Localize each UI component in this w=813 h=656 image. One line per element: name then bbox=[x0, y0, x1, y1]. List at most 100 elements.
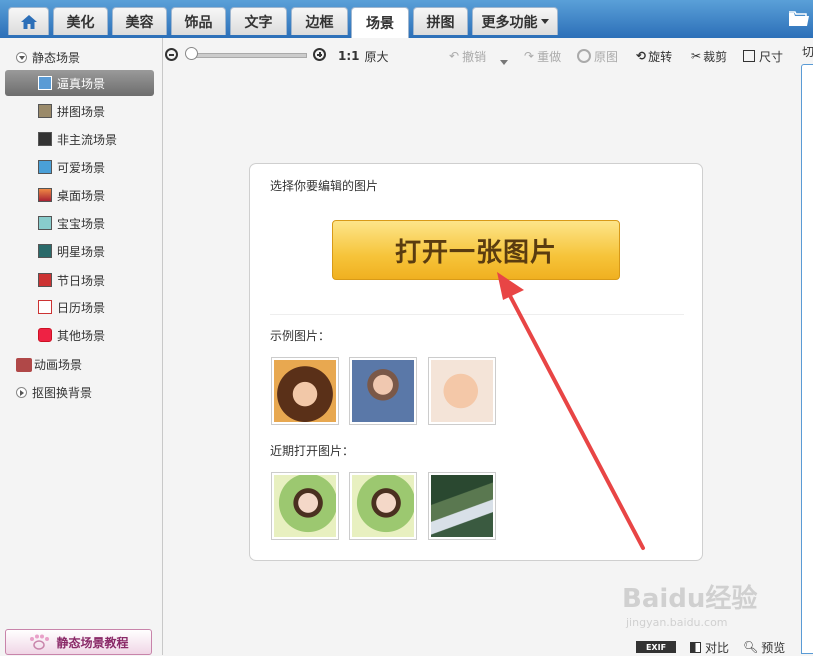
recent-image-3[interactable] bbox=[428, 472, 496, 540]
scene-sidebar: 静态场景 逼真场景 拼图场景 非主流场景 可爱场景 桌面场景 宝宝场景 明星场景… bbox=[0, 38, 163, 655]
tab-collage[interactable]: 拼图 bbox=[413, 7, 468, 35]
rotate-button[interactable]: ⟲ 旋转 bbox=[636, 47, 672, 65]
right-panel-label: 切 bbox=[802, 45, 813, 59]
original-image-icon bbox=[577, 49, 591, 63]
desktop-scene-icon bbox=[38, 188, 52, 202]
watermark-url: jingyan.baidu.com bbox=[626, 616, 728, 629]
sample-photo-girl bbox=[274, 360, 336, 422]
recent-label: 近期打开图片： bbox=[270, 444, 355, 458]
resize-button[interactable]: 尺寸 bbox=[743, 47, 783, 65]
resize-label: 尺寸 bbox=[759, 49, 784, 64]
zoom-slider-handle[interactable] bbox=[185, 47, 198, 60]
zoom-out-icon[interactable] bbox=[165, 48, 178, 61]
sidebar-item-holiday-scene[interactable]: 节日场景 bbox=[38, 270, 158, 290]
actual-size-button[interactable]: 1:1 原大 bbox=[338, 47, 389, 65]
recent-image-2[interactable] bbox=[349, 472, 417, 540]
rotate-icon: ⟲ bbox=[636, 49, 647, 63]
expand-arrow-icon bbox=[16, 387, 27, 398]
compare-button[interactable]: 对比 bbox=[690, 639, 729, 655]
caret-down-icon bbox=[500, 59, 508, 65]
recent-photo-waterfall bbox=[431, 475, 493, 537]
undo-button[interactable]: ↶ 撤销 bbox=[449, 47, 486, 65]
recent-image-1[interactable] bbox=[271, 472, 339, 540]
sidebar-item-label: 其他场景 bbox=[57, 328, 106, 343]
tab-home[interactable] bbox=[8, 7, 49, 35]
folder-icon[interactable] bbox=[789, 11, 809, 26]
sidebar-item-collage-scene[interactable]: 拼图场景 bbox=[38, 101, 158, 121]
recent-photo-girl-1 bbox=[274, 475, 336, 537]
tab-beauty[interactable]: 美容 bbox=[112, 7, 167, 35]
static-scene-group-label: 静态场景 bbox=[32, 51, 81, 65]
original-size-label: 原大 bbox=[364, 49, 389, 64]
redo-button[interactable]: ↷ 重做 bbox=[524, 47, 561, 65]
sidebar-item-calendar-scene[interactable]: 日历场景 bbox=[38, 297, 158, 317]
tab-accessories[interactable]: 饰品 bbox=[171, 7, 226, 35]
open-image-card: 选择你要编辑的图片 打开一张图片 示例图片： 近期打开图片： bbox=[249, 163, 703, 561]
zoom-in-icon[interactable] bbox=[313, 48, 326, 61]
exif-label: EXIF bbox=[645, 642, 667, 652]
watermark: Baidu经验 jingyan.baidu.com bbox=[622, 576, 772, 636]
collapse-arrow-icon bbox=[16, 52, 27, 63]
static-scene-tutorial-button[interactable]: 静态场景教程 bbox=[5, 629, 152, 655]
static-scene-group[interactable]: 静态场景 bbox=[16, 49, 80, 66]
alternative-scene-icon bbox=[38, 132, 52, 146]
sidebar-item-label: 宝宝场景 bbox=[57, 216, 106, 231]
sample-photo-baby bbox=[431, 360, 493, 422]
card-divider bbox=[270, 314, 684, 315]
magnifier-icon: 🔍︎ bbox=[743, 640, 759, 654]
animated-scene-group[interactable]: 动画场景 bbox=[16, 356, 82, 373]
sidebar-item-other-scene[interactable]: 其他场景 bbox=[38, 325, 158, 345]
sidebar-item-realistic-scene[interactable]: 逼真场景 bbox=[5, 70, 154, 96]
top-navigation-bar: 美化 美容 饰品 文字 边框 场景 拼图 更多功能 bbox=[0, 0, 813, 38]
calendar-scene-icon bbox=[38, 300, 52, 314]
sidebar-item-desktop-scene[interactable]: 桌面场景 bbox=[38, 185, 158, 205]
sample-image-1[interactable] bbox=[271, 357, 339, 425]
tab-beautify[interactable]: 美化 bbox=[53, 7, 108, 35]
undo-label: 撤销 bbox=[462, 49, 487, 64]
redo-label: 重做 bbox=[537, 49, 562, 64]
card-prompt: 选择你要编辑的图片 bbox=[270, 179, 379, 193]
animated-scene-group-label: 动画场景 bbox=[34, 358, 83, 372]
undo-history-dropdown[interactable] bbox=[500, 53, 508, 71]
samples-label: 示例图片： bbox=[270, 329, 331, 343]
sidebar-item-baby-scene[interactable]: 宝宝场景 bbox=[38, 213, 158, 233]
watermark-brand: Baidu经验 bbox=[622, 584, 758, 614]
undo-icon: ↶ bbox=[449, 49, 460, 63]
tutorial-label: 静态场景教程 bbox=[56, 635, 129, 650]
cutout-background-group-label: 抠图换背景 bbox=[32, 386, 93, 400]
resize-icon bbox=[743, 50, 755, 62]
animated-scene-icon bbox=[16, 357, 32, 372]
baby-scene-icon bbox=[38, 216, 52, 230]
redo-icon: ↷ bbox=[524, 49, 535, 63]
sidebar-item-celebrity-scene[interactable]: 明星场景 bbox=[38, 241, 158, 261]
sample-image-2[interactable] bbox=[349, 357, 417, 425]
tab-more-features[interactable]: 更多功能 bbox=[472, 7, 558, 35]
sidebar-item-label: 拼图场景 bbox=[57, 104, 106, 119]
crop-button[interactable]: ✂ 裁剪 bbox=[691, 47, 727, 65]
sample-photo-woman bbox=[352, 360, 414, 422]
tab-scene[interactable]: 场景 bbox=[351, 7, 409, 38]
holiday-scene-icon bbox=[38, 273, 52, 287]
sample-image-3[interactable] bbox=[428, 357, 496, 425]
cute-scene-icon bbox=[38, 160, 52, 174]
edit-toolbar: 1:1 原大 ↶ 撤销 ↷ 重做 原图 ⟲ 旋转 ✂ 裁剪 尺寸 bbox=[163, 38, 795, 72]
sidebar-item-alternative-scene[interactable]: 非主流场景 bbox=[38, 129, 158, 149]
rotate-label: 旋转 bbox=[648, 49, 673, 64]
original-image-button[interactable]: 原图 bbox=[577, 47, 618, 65]
zoom-slider[interactable] bbox=[193, 53, 307, 58]
paw-icon bbox=[30, 634, 50, 650]
tab-text[interactable]: 文字 bbox=[230, 7, 287, 35]
compare-label: 对比 bbox=[705, 640, 730, 655]
open-image-button[interactable]: 打开一张图片 bbox=[332, 220, 620, 280]
preview-button[interactable]: 🔍︎ 预览 bbox=[743, 639, 785, 655]
cutout-background-group[interactable]: 抠图换背景 bbox=[16, 384, 92, 401]
tab-frame[interactable]: 边框 bbox=[291, 7, 348, 35]
sidebar-item-label: 非主流场景 bbox=[57, 132, 118, 147]
sidebar-item-label: 节日场景 bbox=[57, 273, 106, 288]
crop-label: 裁剪 bbox=[703, 49, 728, 64]
ratio-label: 1:1 bbox=[338, 49, 360, 63]
exif-button[interactable]: EXIF bbox=[636, 641, 676, 653]
heart-icon bbox=[38, 328, 52, 342]
sidebar-item-cute-scene[interactable]: 可爱场景 bbox=[38, 157, 158, 177]
compare-icon bbox=[690, 641, 701, 653]
